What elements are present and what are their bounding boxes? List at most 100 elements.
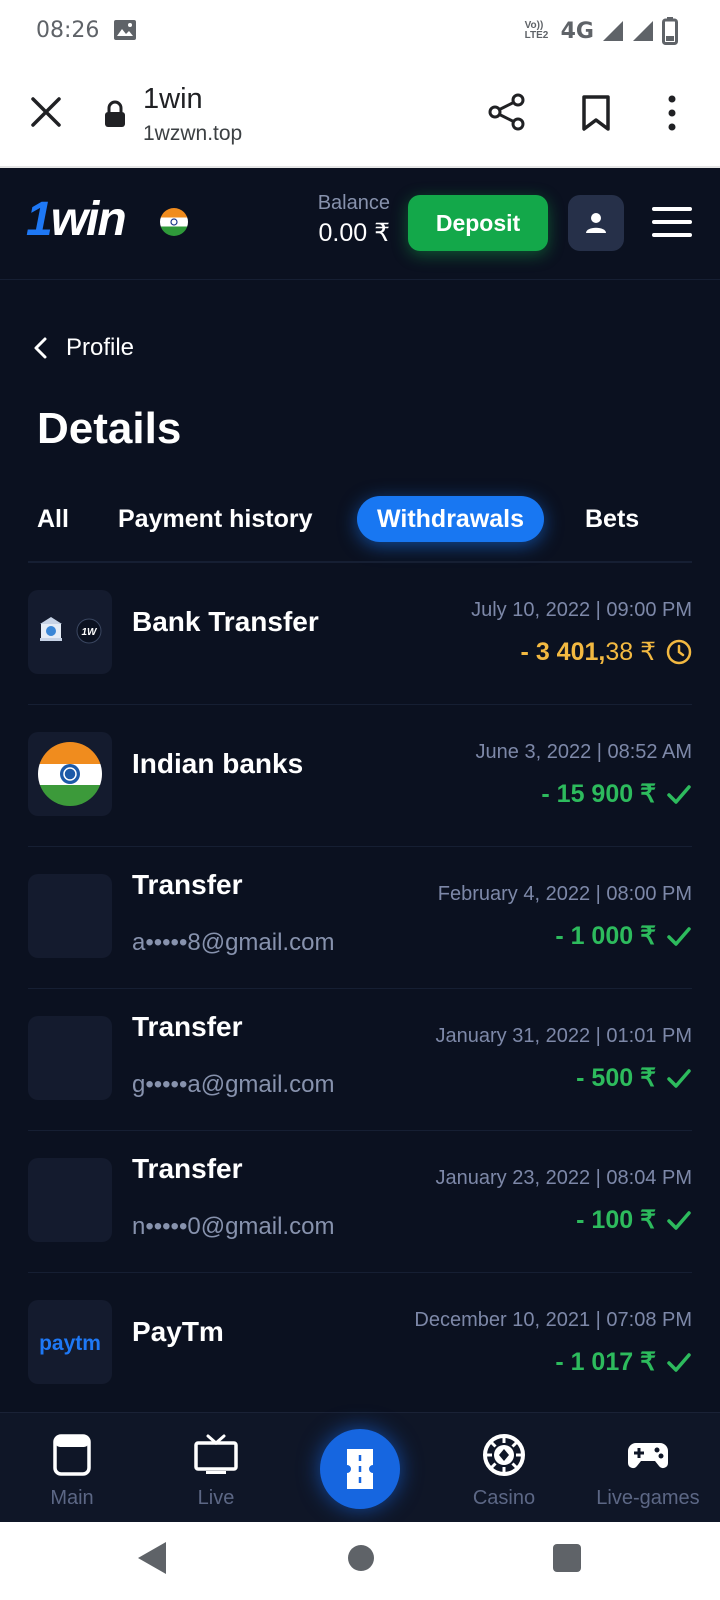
gallery-notification-icon xyxy=(114,20,136,40)
tab-all[interactable]: All xyxy=(37,496,69,542)
tab-payment-history[interactable]: Payment history xyxy=(118,496,313,542)
site-logo[interactable]: 1win xyxy=(26,192,127,247)
balance-value: 0.00 ₹ xyxy=(318,219,390,247)
details-tabs: All Payment history Withdrawals Bets xyxy=(28,496,708,542)
casino-chip-icon xyxy=(483,1434,525,1476)
transaction-amount: - 3 401,38 ₹ xyxy=(521,637,656,667)
transaction-date: January 31, 2022 | 01:01 PM xyxy=(435,1025,692,1047)
nav-live-games-label: Live-games xyxy=(596,1487,700,1509)
checkmark-icon xyxy=(667,1353,691,1372)
blank-icon xyxy=(28,1158,112,1242)
blank-icon xyxy=(28,874,112,958)
ticket-icon xyxy=(347,1449,373,1489)
checkmark-icon xyxy=(667,785,691,804)
network-type: 4G xyxy=(560,18,594,44)
transaction-date: December 10, 2021 | 07:08 PM xyxy=(414,1309,692,1331)
back-link-label: Profile xyxy=(66,334,135,361)
transaction-method: Transfer xyxy=(132,1153,243,1184)
list-item[interactable]: Indian banks June 3, 2022 | 08:52 AM - 1… xyxy=(28,705,692,847)
chevron-left-icon xyxy=(34,337,47,359)
nav-main[interactable]: Main xyxy=(0,1413,144,1523)
list-item[interactable]: Transfer g•••••a@gmail.com January 31, 2… xyxy=(28,989,692,1131)
clock-pending-icon xyxy=(666,639,692,665)
browser-page-title: 1win xyxy=(143,83,203,115)
transaction-amount: - 1 000 ₹ xyxy=(555,922,656,950)
back-to-profile-link[interactable]: Profile xyxy=(32,334,134,362)
bookmark-icon[interactable] xyxy=(580,94,612,132)
amount-decimal: 38 ₹ xyxy=(605,638,656,666)
android-home-icon[interactable] xyxy=(348,1545,374,1571)
transaction-amount: - 1 017 ₹ xyxy=(555,1348,656,1376)
transaction-date: January 23, 2022 | 08:04 PM xyxy=(435,1167,692,1189)
nav-casino[interactable]: Casino xyxy=(432,1413,576,1523)
checkmark-icon xyxy=(667,1069,691,1088)
nav-main-label: Main xyxy=(50,1487,94,1509)
transaction-method: Transfer xyxy=(132,869,243,900)
list-item[interactable]: Transfer a•••••8@gmail.com February 4, 2… xyxy=(28,847,692,989)
nav-casino-label: Casino xyxy=(472,1487,536,1509)
transaction-amount: - 15 900 ₹ xyxy=(541,780,656,808)
hamburger-menu-icon[interactable] xyxy=(652,202,692,242)
paytm-logo-text: paytm xyxy=(39,1332,101,1355)
android-recents-icon[interactable] xyxy=(553,1544,581,1572)
transaction-date: February 4, 2022 | 08:00 PM xyxy=(437,883,692,905)
page-title: Details xyxy=(37,404,182,453)
transaction-amount: - 100 ₹ xyxy=(576,1206,656,1234)
transaction-email: a•••••8@gmail.com xyxy=(132,929,335,956)
profile-button[interactable] xyxy=(568,195,624,251)
volte-indicator: Vo)) LTE2 xyxy=(525,21,553,41)
list-item[interactable]: 1W Bank Transfer July 10, 2022 | 09:00 P… xyxy=(28,563,692,705)
logo-win: win xyxy=(50,193,127,246)
signal-icon xyxy=(603,21,623,41)
tv-icon xyxy=(194,1434,238,1474)
signal-icon-2 xyxy=(633,21,653,41)
amount-main: - 3 401, xyxy=(520,638,606,666)
lock-icon xyxy=(105,100,125,127)
transaction-email: g•••••a@gmail.com xyxy=(132,1071,335,1098)
more-options-icon[interactable] xyxy=(666,94,678,132)
deposit-button[interactable]: Deposit xyxy=(408,195,548,251)
share-icon[interactable] xyxy=(487,92,527,132)
logo-one: 1 xyxy=(26,193,53,246)
browser-toolbar: 1win 1wzwn.top xyxy=(0,64,720,168)
volte-line2: LTE2 xyxy=(524,30,549,41)
transaction-method: PayTm xyxy=(132,1316,224,1347)
status-indicators: Vo)) LTE2 4G xyxy=(525,16,678,46)
status-bar: 08:26 Vo)) LTE2 4G xyxy=(0,0,720,64)
bottom-navigation: Main Live Casino Live-games xyxy=(0,1412,720,1522)
svg-text:1W: 1W xyxy=(82,627,99,638)
transaction-email: n•••••0@gmail.com xyxy=(132,1213,335,1240)
tab-withdrawals[interactable]: Withdrawals xyxy=(357,496,545,542)
tab-bets[interactable]: Bets xyxy=(585,496,639,542)
transaction-method: Indian banks xyxy=(132,748,304,779)
nav-live[interactable]: Live xyxy=(144,1413,288,1523)
user-icon xyxy=(586,213,606,233)
bank-1w-icon: 1W xyxy=(28,590,112,674)
battery-icon xyxy=(662,17,678,45)
transaction-method: Transfer xyxy=(132,1011,243,1042)
list-item[interactable]: Transfer n•••••0@gmail.com January 23, 2… xyxy=(28,1131,692,1273)
close-icon[interactable] xyxy=(28,94,64,130)
app-header: 1win Balance 0.00 ₹ Deposit xyxy=(0,168,720,280)
main-icon xyxy=(53,1434,91,1476)
transaction-date: July 10, 2022 | 09:00 PM xyxy=(471,599,692,621)
android-navigation-bar xyxy=(0,1522,720,1600)
balance-label: Balance xyxy=(317,192,390,214)
india-flag-icon xyxy=(28,732,112,816)
nav-live-label: Live xyxy=(197,1487,235,1509)
checkmark-icon xyxy=(667,927,691,946)
blank-icon xyxy=(28,1016,112,1100)
list-item[interactable]: paytm PayTm December 10, 2021 | 07:08 PM… xyxy=(28,1273,692,1415)
nav-bets-slip[interactable] xyxy=(320,1429,400,1509)
transaction-method: Bank Transfer xyxy=(132,606,319,637)
transaction-amount: - 500 ₹ xyxy=(576,1064,656,1092)
gamepad-icon xyxy=(628,1443,668,1468)
nav-live-games[interactable]: Live-games xyxy=(576,1413,720,1523)
browser-url[interactable]: 1wzwn.top xyxy=(143,122,242,146)
status-time: 08:26 xyxy=(36,18,100,43)
checkmark-icon xyxy=(667,1211,691,1230)
india-flag-icon[interactable] xyxy=(160,208,188,236)
transaction-date: June 3, 2022 | 08:52 AM xyxy=(475,741,692,763)
android-back-icon[interactable] xyxy=(136,1540,168,1576)
paytm-logo-icon: paytm xyxy=(28,1300,112,1384)
